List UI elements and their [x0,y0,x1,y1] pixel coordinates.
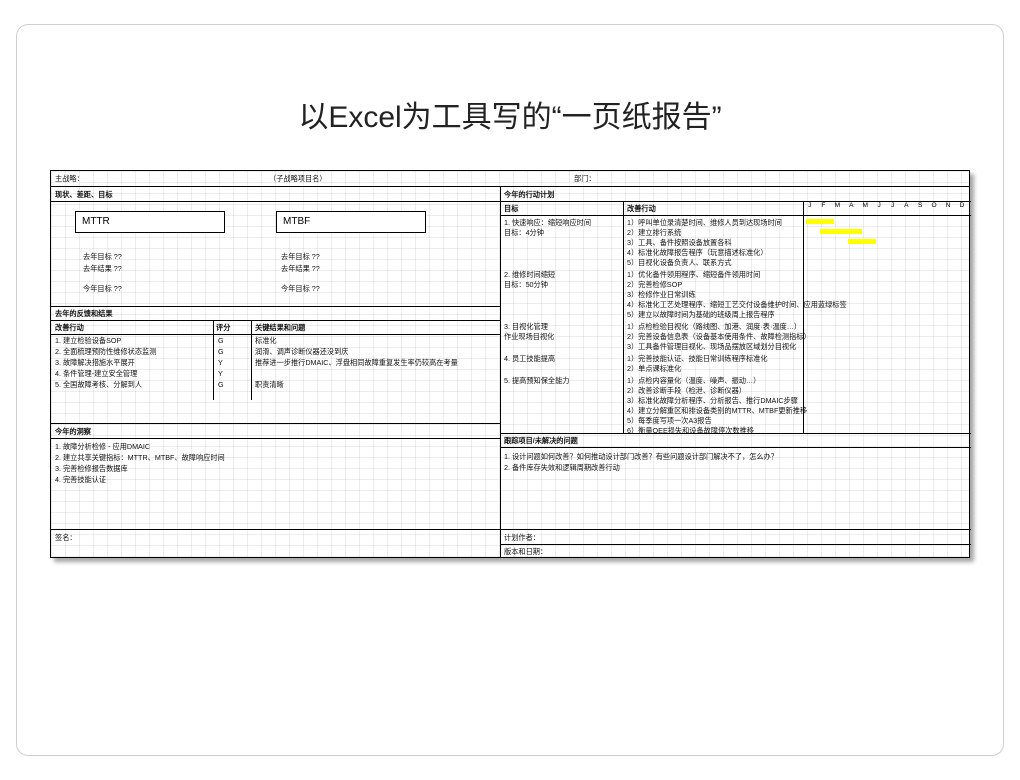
month-cell: F [817,201,831,210]
month-cell: S [913,201,927,210]
list-item: 2. 建立共享关键指标：MTTR、MTBF、故障响应时间 [55,452,225,463]
right-v2 [803,201,804,433]
table-cell: G [218,346,224,357]
label-update: 版本和日期： [504,546,547,557]
left-s2-c3: 关键结果和问题 [255,322,305,333]
gantt-bar-1 [806,219,834,224]
left-s2-v1 [213,320,214,400]
months-header: JFMAMJJASOND [803,201,969,210]
left-s1-header: 现状、差距、目标 [55,189,113,200]
label-author: 计划作者： [504,532,540,543]
left-s3-header: 今年的洞察 [55,426,91,437]
gantt-bar-2 [820,229,862,234]
cell-lastyear-target-a: 去年目标 ?? [83,251,122,262]
month-cell: A [844,201,858,210]
right-s1-header: 今年的行动计划 [504,189,554,200]
table-row: 5. 全国故障考核、分解到人 [55,379,142,390]
right-c1: 目标 [504,203,518,214]
page-title: 以Excel为工具写的“一页纸报告” [0,92,1020,136]
month-cell: A [899,201,913,210]
table-cell: Y [218,368,223,379]
table-cell: G [218,379,224,390]
goal-target: 作业现场目视化 [504,331,554,342]
gantt-bar-3 [848,239,876,244]
action-item: 5）建立以故障时间为基础的班级周上报告程序 [627,309,775,320]
value-strategy: （子战略项目名） [269,173,327,184]
list-item: 1. 设计问题如何改善？如何推动设计部门改善？有些问题设计部门解决不了，怎么办？ [504,451,778,462]
table-cell: G [218,335,224,346]
left-s2-top [51,306,500,307]
list-item: 3. 完善检修报告数据库 [55,463,128,474]
month-cell: D [955,201,969,210]
action-item: 5）目视化设备负责人、联系方式 [627,257,732,268]
right-s2-header: 跟踪项目/未解决的问题 [504,435,578,446]
left-s1-top [51,201,500,202]
right-footer-top [500,529,971,530]
action-item: 3）工具备件管理目视化、现场品摆放区域划分目视化 [627,341,796,352]
left-s2-c1: 改善行动 [55,322,84,333]
label-sign: 签名： [55,532,77,543]
hline-header [51,186,969,187]
left-s2-header: 去年的反馈和结果 [55,308,113,319]
table-cell: Y [218,357,223,368]
right-c2: 改善行动 [627,203,656,214]
cell-lastyear-result-b: 去年结果 ?? [281,263,320,274]
list-item: 4. 完善技能认证 [55,474,106,485]
center-divider [500,186,501,557]
table-cell: 标准化 [255,335,277,346]
right-v1 [623,201,624,433]
right-s1-hr [500,215,971,216]
right-s2-hr [500,447,971,448]
goal-name: 5. 提高预知保全能力 [504,375,570,386]
list-item: 2. 备件库存失效和逻辑周期改善行动 [504,462,620,473]
excel-sheet: 主战略： （子战略项目名） 部门： 现状、差距、目标 MTTR MTBF 去年目… [50,170,970,558]
month-cell: J [872,201,886,210]
table-cell: 职责清晰 [255,379,284,390]
left-s2-bottom [51,423,500,424]
action-item: 6）衡量OEE损失和设备故障停次数推移 [627,425,754,436]
right-footer-mid [500,544,971,545]
label-strategy: 主战略： [55,173,84,184]
cell-lastyear-target-b: 去年目标 ?? [281,251,320,262]
month-cell: J [886,201,900,210]
month-cell: N [941,201,955,210]
goal-target: 目标：50分钟 [504,279,548,290]
cell-thisyear-target-a: 今年目标 ?? [83,283,122,294]
table-cell: 推荐进一步推行DMAIC、浮盘相同故障重复发生率仍较高在考量 [255,357,458,368]
table-row: 3. 故障解决措施水平展开 [55,357,135,368]
list-item: 1. 故障分析检修 - 应用DMAIC [55,441,150,452]
cell-thisyear-target-b: 今年目标 ?? [281,283,320,294]
table-cell: 润滑、调声诊断仪器还没到庆 [255,346,348,357]
left-sign-top [51,529,500,530]
right-s1-bottom [500,433,971,434]
month-cell: M [830,201,844,210]
goal-target: 目标：4分钟 [504,227,544,238]
left-s2-c2: 评分 [216,322,230,333]
label-dept: 部门： [574,173,596,184]
goal-name: 4. 员工技能提高 [504,353,555,364]
action-item: 2）单点课标准化 [627,363,681,374]
month-cell: O [927,201,941,210]
table-row: 4. 条件管理-建立安全管理 [55,368,137,379]
left-s2-hr1 [51,320,500,321]
table-row: 1. 建立检验设备SOP [55,335,121,346]
month-cell: J [803,201,817,210]
month-cell: M [858,201,872,210]
cell-lastyear-result-a: 去年结果 ?? [83,263,122,274]
left-s2-v2 [251,320,252,400]
table-row: 2. 全面梳理预防性维修状态监测 [55,346,156,357]
left-s3-hr [51,438,500,439]
box-mtbf: MTBF [276,211,426,233]
box-mttr: MTTR [75,211,225,233]
